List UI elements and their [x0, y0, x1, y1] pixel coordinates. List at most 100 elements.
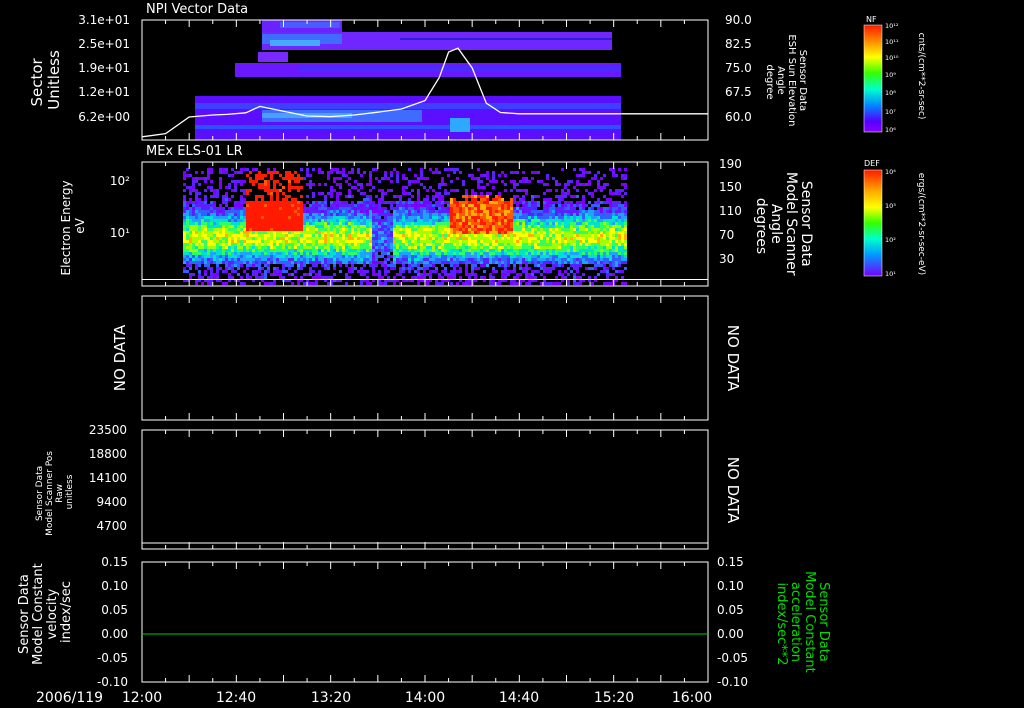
spectrogram-cell: [576, 219, 579, 222]
spectrogram-cell: [603, 267, 606, 270]
spectrogram-cell: [228, 183, 231, 186]
spectrogram-cell: [534, 258, 537, 261]
spectrogram-cell: [576, 222, 579, 225]
spectrogram-cell: [621, 177, 624, 180]
spectrogram-cell: [201, 243, 204, 246]
spectrogram-cell: [276, 195, 279, 198]
spectrogram-cell: [351, 219, 354, 222]
spectrogram-cell: [189, 216, 192, 219]
spectrogram-cell: [249, 204, 252, 207]
spectrogram-cell: [555, 207, 558, 210]
spectrogram-cell: [540, 237, 543, 240]
spectrogram-cell: [588, 261, 591, 264]
spectrogram-cell: [468, 231, 471, 234]
spectrogram-cell: [522, 207, 525, 210]
spectrogram-cell: [507, 270, 510, 273]
spectrogram-cell: [468, 273, 471, 276]
spectrogram-cell: [402, 252, 405, 255]
spectrogram-cell: [315, 249, 318, 252]
spectrogram-cell: [333, 252, 336, 255]
spectrogram-cell: [552, 216, 555, 219]
spectrogram-cell: [216, 252, 219, 255]
spectrogram-cell: [567, 180, 570, 183]
spectrogram-cell: [522, 180, 525, 183]
spectrogram-cell: [453, 216, 456, 219]
spectrogram-cell: [273, 225, 276, 228]
spectrogram-cell: [537, 201, 540, 204]
spectrogram-cell: [294, 270, 297, 273]
spectrogram-cell: [240, 237, 243, 240]
spectrogram-cell: [471, 246, 474, 249]
spectrogram-cell: [504, 225, 507, 228]
spectrogram-cell: [498, 255, 501, 258]
spectrogram-cell: [438, 183, 441, 186]
spectrogram-cell: [552, 255, 555, 258]
spectrogram-cell: [567, 249, 570, 252]
spectrogram-cell: [498, 282, 501, 285]
spectrogram-cell: [453, 270, 456, 273]
spectrogram-cell: [561, 246, 564, 249]
spectrogram-cell: [288, 243, 291, 246]
spectrogram-cell: [375, 231, 378, 234]
spectrogram-cell: [555, 213, 558, 216]
spectrogram-cell: [618, 240, 621, 243]
spectrogram-cell: [450, 198, 453, 201]
spectrogram-cell: [186, 243, 189, 246]
spectrogram-cell: [564, 195, 567, 198]
spectrogram-cell: [237, 273, 240, 276]
spectrogram-cell: [387, 222, 390, 225]
spectrogram-cell: [309, 183, 312, 186]
spectrogram-cell: [306, 210, 309, 213]
spectrogram-cell: [351, 201, 354, 204]
spectrogram-cell: [219, 222, 222, 225]
spectrogram-cell: [429, 243, 432, 246]
spectrogram-cell: [477, 210, 480, 213]
spectrogram-cell: [357, 258, 360, 261]
spectrogram-cell: [357, 252, 360, 255]
panel1-right-ylabel: Sensor Data ESH Sun Elevation Angle degr…: [764, 34, 808, 129]
spectrogram-cell: [231, 180, 234, 183]
spectrogram-cell: [285, 240, 288, 243]
spectrogram-cell: [510, 213, 513, 216]
spectrogram-cell: [492, 276, 495, 279]
spectrogram-cell: [519, 273, 522, 276]
spectrogram-cell: [237, 171, 240, 174]
spectrogram-cell: [342, 234, 345, 237]
spectrogram-cell: [381, 189, 384, 192]
spectrogram-cell: [504, 207, 507, 210]
spectrogram-cell: [570, 213, 573, 216]
spectrogram-cell: [591, 246, 594, 249]
spectrogram-cell: [378, 282, 381, 285]
tick-label: 90.0: [725, 13, 752, 27]
spectrogram-cell: [429, 252, 432, 255]
spectrogram-cell: [522, 228, 525, 231]
spectrogram-cell: [315, 213, 318, 216]
spectrogram-cell: [519, 264, 522, 267]
spectrogram-cell: [333, 177, 336, 180]
spectrogram-cell: [366, 222, 369, 225]
spectrogram-cell: [492, 198, 495, 201]
spectrogram-cell: [294, 186, 297, 189]
spectrogram-cell: [516, 246, 519, 249]
spectrogram-cell: [279, 174, 282, 177]
spectrogram-cell: [348, 240, 351, 243]
spectrogram-cell: [492, 252, 495, 255]
spectrogram-cell: [381, 252, 384, 255]
spectrogram-cell: [444, 207, 447, 210]
spectrogram-cell: [195, 225, 198, 228]
spectrogram-cell: [210, 273, 213, 276]
spectrogram-cell: [297, 186, 300, 189]
spectrogram-cell: [588, 237, 591, 240]
spectrogram-cell: [609, 246, 612, 249]
spectrogram-cell: [339, 255, 342, 258]
spectrogram-cell: [576, 174, 579, 177]
spectrogram-cell: [198, 243, 201, 246]
spectrogram-cell: [504, 210, 507, 213]
spectrogram-cell: [546, 201, 549, 204]
spectrogram-cell: [615, 255, 618, 258]
spectrogram-cell: [249, 201, 252, 204]
spectrogram-cell: [183, 225, 186, 228]
spectrogram-cell: [330, 255, 333, 258]
spectrogram-cell: [279, 249, 282, 252]
spectrogram-cell: [402, 216, 405, 219]
